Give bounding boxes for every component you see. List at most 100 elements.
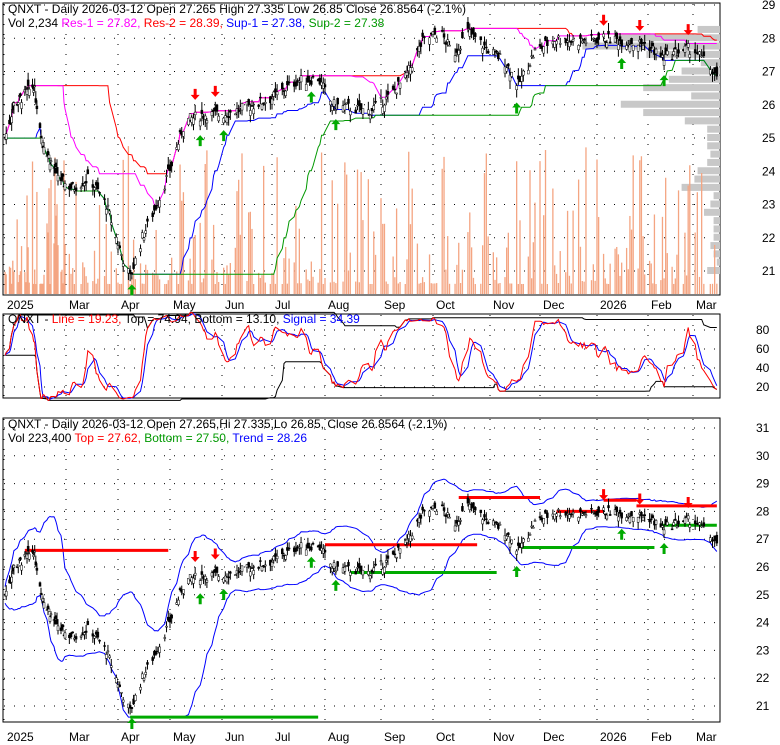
candle-body <box>386 555 390 559</box>
trend-header: QNXT - Daily 2026-03-12 Open 27.265,Hi 2… <box>8 417 447 431</box>
volume-profile-bar <box>697 167 720 175</box>
candle-body <box>275 91 279 96</box>
candle-body <box>530 55 533 58</box>
candle-body <box>257 104 260 107</box>
candle-body <box>571 39 575 42</box>
candle-body <box>453 525 457 532</box>
x-tick-label: Aug <box>328 298 349 312</box>
candle-body <box>193 572 197 576</box>
x-tick-label: 2026 <box>600 730 627 744</box>
candle-body <box>177 599 180 605</box>
candle-body <box>227 116 230 118</box>
candle-body <box>139 687 142 691</box>
candle-body <box>19 93 22 97</box>
candle-body <box>546 512 549 518</box>
candle-body <box>210 111 214 116</box>
candle-body <box>118 245 121 249</box>
candle-body <box>661 54 664 58</box>
candle-body <box>620 39 623 47</box>
candle-body <box>86 169 90 174</box>
candle-body <box>421 32 424 37</box>
candle-body <box>250 567 254 569</box>
y-tick-label: 20 <box>756 380 770 394</box>
candle-body <box>193 111 197 116</box>
candle-body <box>372 105 376 110</box>
candle-body <box>620 512 623 519</box>
candle-body <box>74 636 78 640</box>
x-tick-label: Jun <box>225 730 244 744</box>
candle-body <box>643 514 646 517</box>
candle-body <box>472 27 475 34</box>
candle-body <box>79 187 83 190</box>
candle-body <box>260 103 264 110</box>
y-tick-label: 23 <box>762 198 776 212</box>
x-tick-label: Mar <box>69 730 90 744</box>
candle-body <box>607 30 610 35</box>
candle-body <box>192 117 195 125</box>
volume-profile-bar <box>697 25 720 33</box>
oscillator-header: QNXT - Line = 19.23, Top = 74.94, Bottom… <box>8 312 360 326</box>
candle-body <box>433 27 437 35</box>
candle-body <box>466 21 470 29</box>
candle-body <box>20 102 23 109</box>
candle-body <box>19 557 22 560</box>
candle-body <box>672 522 675 526</box>
candle-body <box>240 565 244 572</box>
candle-body <box>568 514 571 519</box>
candle-body <box>581 40 584 44</box>
candle-body <box>602 33 605 38</box>
candle-body <box>200 109 204 115</box>
candle-body <box>250 105 254 107</box>
candle-body <box>178 130 182 133</box>
candle-body <box>252 108 255 115</box>
candle-body <box>177 144 180 151</box>
candle-body <box>693 520 697 525</box>
candle-body <box>260 566 264 572</box>
candle-body <box>615 32 618 39</box>
candle-body <box>419 42 423 47</box>
candle-body <box>675 525 679 528</box>
candle-body <box>151 657 154 661</box>
x-tick-label: 2025 <box>7 730 34 744</box>
candle-body <box>130 272 134 275</box>
candle-body <box>264 564 267 567</box>
candle-body <box>118 684 121 687</box>
candle-body <box>105 654 108 659</box>
candle-body <box>225 577 229 583</box>
candle-body <box>683 45 687 53</box>
candle-body <box>661 525 664 528</box>
candle-body <box>461 31 464 39</box>
candle-body <box>493 49 497 52</box>
candle-body <box>93 636 96 639</box>
candle-body <box>515 550 518 555</box>
candle-body <box>602 507 605 511</box>
y-tick-label: 60 <box>756 342 770 356</box>
candle-body <box>374 101 377 103</box>
candle-body <box>683 517 687 524</box>
candle-body <box>713 535 716 541</box>
candle-body <box>677 520 680 525</box>
candle-body <box>515 85 518 90</box>
candle-body <box>83 183 86 186</box>
candle-body <box>571 512 575 515</box>
candle-body <box>311 542 315 545</box>
candle-body <box>410 67 414 72</box>
candle-body <box>532 56 535 59</box>
candle-body <box>510 72 513 77</box>
candle-body <box>615 506 618 513</box>
candle-body <box>158 200 161 208</box>
x-tick-label: Dec <box>543 730 564 744</box>
candle-body <box>63 632 67 639</box>
x-tick-label: Sep <box>384 730 406 744</box>
candle-body <box>700 525 703 528</box>
candle-body <box>417 517 421 523</box>
candle-body <box>49 160 53 163</box>
volume-profile-bar <box>716 258 720 266</box>
x-tick-label: Sep <box>384 298 406 312</box>
candle-body <box>674 47 677 50</box>
candle-body <box>641 517 645 521</box>
y-tick-label: 80 <box>756 323 770 337</box>
candle-body <box>270 561 274 567</box>
candle-body <box>395 92 398 95</box>
candle-body <box>498 524 502 526</box>
